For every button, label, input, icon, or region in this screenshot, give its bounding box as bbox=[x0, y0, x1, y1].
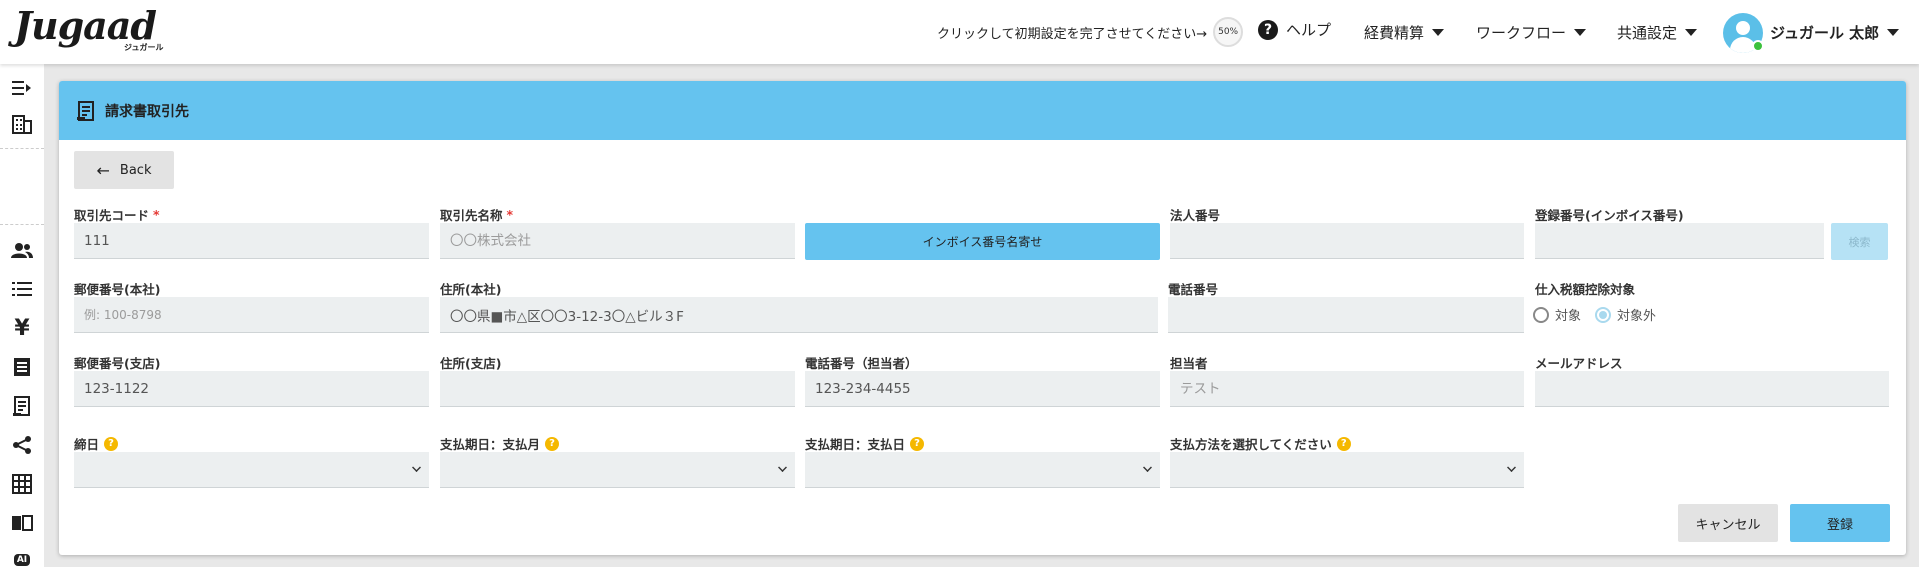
help-link[interactable]: ? ヘルプ bbox=[1258, 19, 1331, 40]
help-question-icon[interactable]: ? bbox=[545, 436, 560, 451]
contact-person-label: 担当者 bbox=[1170, 356, 1208, 371]
setup-text: クリックして初期設定を完了させてください→ bbox=[937, 26, 1208, 42]
corporate-number-input[interactable] bbox=[1170, 223, 1524, 259]
closing-day-label: 締日? bbox=[74, 434, 119, 453]
contact-phone-input[interactable] bbox=[805, 371, 1160, 407]
chevron-down-icon bbox=[1143, 463, 1152, 472]
partner-code-input[interactable] bbox=[74, 223, 429, 259]
phone-label: 電話番号 bbox=[1168, 282, 1219, 297]
logo-subtext: ジュガール bbox=[124, 43, 164, 52]
setup-progress-indicator: 50% bbox=[1213, 17, 1244, 47]
menu-expense-label: 経費精算 bbox=[1364, 24, 1425, 42]
partner-form-card: 請求書取引先 ← Back 取引先コード* 取引先名称* インボイス番号名寄せ … bbox=[59, 81, 1906, 555]
radio-target[interactable] bbox=[1533, 306, 1549, 323]
tax-deduction-radio-group: 対象 対象外 bbox=[1533, 305, 1656, 324]
address-hq-input[interactable] bbox=[440, 297, 1158, 333]
help-question-icon[interactable]: ? bbox=[1336, 436, 1351, 451]
radio-target-label: 対象 bbox=[1555, 309, 1582, 324]
chevron-down-icon bbox=[778, 463, 787, 472]
grid-icon[interactable] bbox=[10, 472, 34, 496]
postal-branch-label: 郵便番号(支店) bbox=[74, 356, 161, 371]
payment-day-select[interactable] bbox=[805, 452, 1160, 488]
payment-day-label: 支払期日：支払日? bbox=[805, 434, 925, 453]
menu-common-settings[interactable]: 共通設定 bbox=[1617, 22, 1698, 43]
address-hq-label: 住所(本社) bbox=[440, 282, 502, 297]
radio-not-target[interactable] bbox=[1595, 306, 1612, 323]
top-header: Jugaad ジュガール クリックして初期設定を完了させてください→ 50% ?… bbox=[0, 0, 1919, 64]
submit-button[interactable]: 登録 bbox=[1790, 504, 1890, 542]
email-input[interactable] bbox=[1535, 371, 1889, 407]
user-name: ジュガール 太郎 bbox=[1770, 24, 1880, 42]
invoice-icon bbox=[77, 100, 94, 121]
sidebar-divider bbox=[0, 224, 44, 225]
postal-branch-input[interactable] bbox=[74, 371, 429, 407]
email-label: メールアドレス bbox=[1535, 356, 1623, 371]
payment-method-select[interactable] bbox=[1170, 452, 1524, 488]
payment-month-select[interactable] bbox=[440, 452, 795, 488]
back-label: Back bbox=[119, 162, 152, 178]
menu-workflow[interactable]: ワークフロー bbox=[1476, 22, 1587, 43]
radio-not-target-label: 対象外 bbox=[1617, 309, 1657, 324]
chevron-down-icon bbox=[412, 463, 421, 472]
registration-number-input[interactable] bbox=[1535, 223, 1824, 259]
payment-month-label: 支払期日：支払月? bbox=[440, 434, 560, 453]
required-marker: * bbox=[153, 207, 160, 222]
ai-icon[interactable]: AI bbox=[10, 548, 34, 567]
online-status-dot bbox=[1752, 40, 1764, 52]
caret-down-icon bbox=[1887, 29, 1900, 36]
book-icon[interactable] bbox=[10, 511, 34, 535]
logo-text: Jugaad bbox=[14, 3, 157, 48]
partner-code-label: 取引先コード * bbox=[74, 207, 160, 223]
caret-down-icon bbox=[1432, 29, 1445, 36]
arrow-left-icon: ← bbox=[96, 160, 110, 180]
phone-input[interactable] bbox=[1168, 297, 1524, 333]
help-question-icon[interactable]: ? bbox=[910, 436, 925, 451]
user-menu[interactable]: ジュガール 太郎 bbox=[1770, 22, 1900, 43]
registration-number-label: 登録番号(インボイス番号) bbox=[1535, 208, 1684, 223]
caret-down-icon bbox=[1574, 29, 1587, 36]
menu-common-settings-label: 共通設定 bbox=[1617, 24, 1678, 42]
payment-method-label: 支払方法を選択してください? bbox=[1170, 434, 1351, 453]
tax-deduction-label: 仕入税額控除対象 bbox=[1535, 282, 1636, 297]
invoice-icon[interactable] bbox=[10, 394, 34, 418]
contact-person-input[interactable] bbox=[1170, 371, 1524, 407]
yen-icon[interactable]: ¥ bbox=[10, 316, 34, 341]
corporate-number-label: 法人番号 bbox=[1170, 208, 1221, 223]
search-button[interactable]: 検索 bbox=[1831, 223, 1888, 260]
closing-day-select[interactable] bbox=[74, 452, 429, 488]
back-button[interactable]: ← Back bbox=[74, 151, 174, 189]
menu-expense[interactable]: 経費精算 bbox=[1364, 22, 1445, 43]
share-icon[interactable] bbox=[10, 433, 34, 457]
contact-phone-label: 電話番号（担当者） bbox=[805, 356, 918, 371]
list-icon[interactable] bbox=[10, 277, 34, 301]
logo[interactable]: Jugaad ジュガール bbox=[14, 3, 163, 53]
card-header: 請求書取引先 bbox=[59, 81, 1906, 140]
required-marker: * bbox=[506, 207, 514, 222]
question-circle-icon: ? bbox=[1258, 19, 1278, 40]
caret-down-icon bbox=[1685, 29, 1698, 36]
invoice-lookup-button[interactable]: インボイス番号名寄せ bbox=[805, 223, 1160, 260]
menu-workflow-label: ワークフロー bbox=[1476, 24, 1567, 42]
help-question-icon[interactable]: ? bbox=[104, 436, 119, 451]
collapse-menu-icon[interactable] bbox=[10, 76, 34, 100]
partner-name-label: 取引先名称 * bbox=[440, 207, 514, 223]
address-branch-input[interactable] bbox=[440, 371, 795, 407]
postal-hq-input[interactable] bbox=[74, 297, 429, 333]
address-branch-label: 住所(支店) bbox=[440, 356, 502, 371]
help-label: ヘルプ bbox=[1286, 21, 1332, 39]
chevron-down-icon bbox=[1507, 463, 1516, 472]
page-title: 請求書取引先 bbox=[105, 103, 189, 120]
ai-label: AI bbox=[13, 554, 31, 566]
setup-progress-link[interactable]: クリックして初期設定を完了させてください→ 50% bbox=[937, 17, 1244, 47]
postal-hq-label: 郵便番号(本社) bbox=[74, 282, 161, 297]
building-icon[interactable] bbox=[10, 112, 34, 136]
users-icon[interactable] bbox=[10, 238, 34, 262]
cancel-button[interactable]: キャンセル bbox=[1678, 504, 1778, 542]
receipt-icon[interactable] bbox=[10, 355, 34, 379]
sidebar: ¥ AI bbox=[0, 64, 44, 567]
partner-name-input[interactable] bbox=[440, 223, 795, 259]
sidebar-divider bbox=[0, 148, 44, 149]
